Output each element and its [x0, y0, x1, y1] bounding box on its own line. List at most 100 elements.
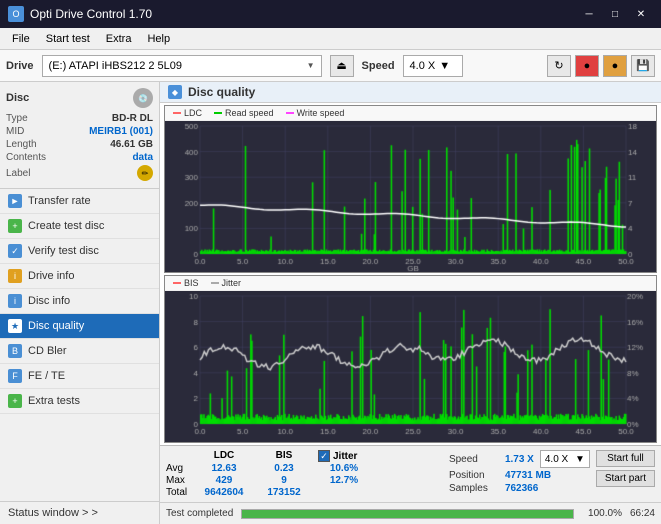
speed-dropdown-icon: ▼: [575, 454, 585, 465]
bis-header: BIS: [254, 450, 314, 462]
menu-file[interactable]: File: [4, 31, 38, 47]
max-ldc: 429: [194, 475, 254, 486]
drive-label: Drive: [6, 60, 34, 72]
disc-length-row: Length 46.61 GB: [6, 138, 153, 151]
top-chart: [165, 121, 656, 272]
ldc-label: LDC: [184, 108, 202, 118]
chart-header-icon: ◆: [168, 85, 182, 99]
sidebar-item-create-test-disc[interactable]: + Create test disc: [0, 214, 159, 239]
main-layout: Disc 💿 Type BD-R DL MID MEIRB1 (001) Len…: [0, 82, 661, 524]
menu-start-test[interactable]: Start test: [38, 31, 98, 47]
disc-title: Disc: [6, 92, 29, 104]
extra-tests-icon: +: [8, 394, 22, 408]
eject-button[interactable]: ⏏: [330, 55, 354, 77]
position-label: Position: [449, 470, 499, 481]
speed-value: 1.73 X: [505, 454, 534, 465]
bis-color: [173, 282, 181, 284]
cd-bler-label: CD Bler: [28, 345, 67, 357]
mid-label: MID: [6, 126, 24, 137]
avg-bis: 0.23: [254, 463, 314, 474]
red-button[interactable]: ●: [575, 55, 599, 77]
avg-jitter: 10.6%: [314, 463, 374, 474]
bis-label: BIS: [184, 278, 199, 288]
max-jitter: 12.7%: [314, 475, 374, 486]
total-ldc: 9642604: [194, 487, 254, 498]
create-test-disc-icon: +: [8, 219, 22, 233]
disc-mid-row: MID MEIRB1 (001): [6, 125, 153, 138]
sidebar-item-disc-info[interactable]: i Disc info: [0, 289, 159, 314]
sidebar-item-cd-bler[interactable]: B CD Bler: [0, 339, 159, 364]
verify-test-disc-label: Verify test disc: [28, 245, 99, 257]
mid-value: MEIRB1 (001): [89, 126, 153, 137]
bottom-chart-container: BIS Jitter: [164, 275, 657, 443]
drive-value: (E:) ATAPI iHBS212 2 5L09: [49, 60, 303, 72]
total-bis: 173152: [254, 487, 314, 498]
sidebar-item-verify-test-disc[interactable]: ✓ Verify test disc: [0, 239, 159, 264]
content-area: ◆ Disc quality LDC Read speed: [160, 82, 661, 524]
checkbox-mark: ✓: [320, 451, 328, 462]
start-full-button[interactable]: Start full: [596, 450, 655, 467]
progress-bar: [241, 509, 574, 519]
legend-ldc: LDC: [173, 108, 202, 118]
legend-jitter: Jitter: [211, 278, 242, 288]
sidebar-item-transfer-rate[interactable]: ► Transfer rate: [0, 189, 159, 214]
create-test-disc-label: Create test disc: [28, 220, 104, 232]
transfer-rate-icon: ►: [8, 194, 22, 208]
jitter-check: ✓ Jitter: [318, 450, 357, 462]
start-part-button[interactable]: Start part: [596, 470, 655, 487]
read-label: Read speed: [225, 108, 274, 118]
orange-button[interactable]: ●: [603, 55, 627, 77]
titlebar-controls: ─ □ ✕: [577, 5, 653, 23]
speed-select[interactable]: 4.0 X ▼: [403, 55, 463, 77]
read-color: [214, 112, 222, 114]
stats-inner: LDC BIS ✓ Jitter Avg 12.63 0.23: [166, 450, 655, 498]
progress-fill: [242, 510, 573, 518]
menu-help[interactable]: Help: [139, 31, 178, 47]
refresh-button[interactable]: ↻: [547, 55, 571, 77]
maximize-button[interactable]: □: [603, 5, 627, 23]
position-value: 47731 MB: [505, 470, 551, 481]
total-label: Total: [166, 487, 194, 498]
sidebar-item-drive-info[interactable]: i Drive info: [0, 264, 159, 289]
disc-header: Disc 💿: [6, 88, 153, 108]
save-button[interactable]: 💾: [631, 55, 655, 77]
transfer-rate-label: Transfer rate: [28, 195, 91, 207]
disc-contents-row: Contents data: [6, 151, 153, 164]
fe-te-icon: F: [8, 369, 22, 383]
drive-info-label: Drive info: [28, 270, 74, 282]
status-window[interactable]: Status window > >: [0, 501, 159, 524]
sidebar-item-fe-te[interactable]: F FE / TE: [0, 364, 159, 389]
stats-max-row: Max 429 9 12.7%: [166, 475, 443, 486]
max-label: Max: [166, 475, 194, 486]
speed-value: 4.0 X: [410, 60, 436, 72]
titlebar-left: O Opti Drive Control 1.70: [8, 6, 152, 22]
speed-select-value: 4.0 X: [545, 454, 568, 465]
app-title: Opti Drive Control 1.70: [30, 7, 152, 21]
length-label: Length: [6, 139, 37, 150]
sidebar-item-disc-quality[interactable]: ★ Disc quality: [0, 314, 159, 339]
disc-info-icon: i: [8, 294, 22, 308]
jitter-header: Jitter: [333, 451, 357, 462]
stats-avg-row: Avg 12.63 0.23 10.6%: [166, 463, 443, 474]
menubar: File Start test Extra Help: [0, 28, 661, 50]
disc-label-row: Label ✏: [6, 164, 153, 182]
drive-select[interactable]: (E:) ATAPI iHBS212 2 5L09 ▼: [42, 55, 322, 77]
disc-section: Disc 💿 Type BD-R DL MID MEIRB1 (001) Len…: [0, 82, 159, 189]
top-chart-legend: LDC Read speed Write speed: [165, 106, 656, 121]
ldc-color: [173, 112, 181, 114]
samples-value: 762366: [505, 483, 538, 494]
menu-extra[interactable]: Extra: [98, 31, 140, 47]
contents-label: Contents: [6, 152, 46, 163]
samples-row: Samples 762366: [449, 483, 590, 494]
write-color: [286, 112, 294, 114]
avg-label: Avg: [166, 463, 194, 474]
contents-value: data: [132, 152, 153, 163]
bottom-chart-canvas: [165, 291, 656, 442]
avg-ldc: 12.63: [194, 463, 254, 474]
sidebar-item-extra-tests[interactable]: + Extra tests: [0, 389, 159, 414]
speed-select-dropdown[interactable]: 4.0 X ▼: [540, 450, 590, 468]
close-button[interactable]: ✕: [629, 5, 653, 23]
minimize-button[interactable]: ─: [577, 5, 601, 23]
stats-section: LDC BIS ✓ Jitter Avg 12.63 0.23: [160, 445, 661, 502]
jitter-checkbox[interactable]: ✓: [318, 450, 330, 462]
